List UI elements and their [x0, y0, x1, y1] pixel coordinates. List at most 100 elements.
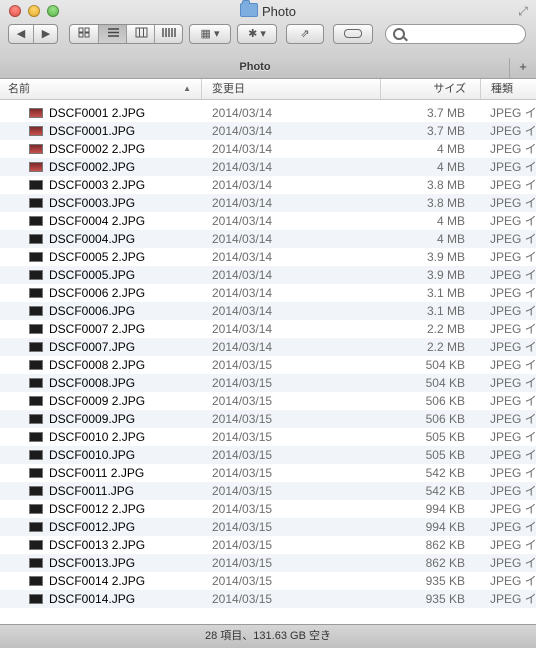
file-row[interactable]: DSCF0011 2.JPG 2014/03/15 542 KB JPEG イメ [0, 464, 536, 482]
jpeg-file-icon [29, 558, 43, 568]
file-name: DSCF0013 2.JPG [49, 538, 146, 552]
status-text: 28 項目、131.63 GB 空き [205, 630, 331, 642]
file-row[interactable]: DSCF0014 2.JPG 2014/03/15 935 KB JPEG イメ [0, 572, 536, 590]
file-date: 2014/03/15 [212, 574, 273, 588]
file-row[interactable]: DSCF0004.JPG 2014/03/14 4 MB JPEG イメ [0, 230, 536, 248]
fullscreen-icon[interactable]: ⤢ [516, 4, 530, 18]
file-date: 2014/03/15 [212, 556, 273, 570]
file-kind: JPEG イメ [490, 538, 536, 552]
file-kind: JPEG イメ [490, 340, 536, 354]
forward-button[interactable]: ▶ [33, 25, 58, 43]
jpeg-file-icon [29, 450, 43, 460]
jpeg-file-icon [29, 306, 43, 316]
jpeg-file-icon [29, 288, 43, 298]
search-icon [393, 28, 405, 40]
column-kind-label: 種類 [491, 83, 513, 95]
column-view-button[interactable] [126, 25, 155, 43]
file-row[interactable]: DSCF0010.JPG 2014/03/15 505 KB JPEG イメ [0, 446, 536, 464]
column-size-header[interactable]: サイズ [380, 79, 480, 99]
file-row[interactable]: DSCF0003.JPG 2014/03/14 3.8 MB JPEG イメ [0, 194, 536, 212]
title-bar[interactable]: Photo ⤢ ◀ ▶ ▦ ▾ ✱ ▾ ⇗ [0, 0, 536, 59]
column-date-header[interactable]: 変更日 [201, 79, 380, 99]
jpeg-file-icon [29, 180, 43, 190]
arrange-button[interactable]: ▦ ▾ [189, 24, 231, 44]
jpeg-file-icon [29, 486, 43, 496]
jpeg-file-icon [29, 414, 43, 424]
file-name: DSCF0009.JPG [49, 412, 136, 426]
file-row[interactable]: DSCF0013.JPG 2014/03/15 862 KB JPEG イメ [0, 554, 536, 572]
file-kind: JPEG イメ [490, 196, 536, 210]
column-size-label: サイズ [433, 83, 466, 95]
file-row[interactable]: DSCF0009.JPG 2014/03/15 506 KB JPEG イメ [0, 410, 536, 428]
tag-icon [334, 25, 372, 43]
file-row[interactable]: DSCF0007 2.JPG 2014/03/14 2.2 MB JPEG イメ [0, 320, 536, 338]
file-date: 2014/03/15 [212, 448, 273, 462]
file-row[interactable]: DSCF0010 2.JPG 2014/03/15 505 KB JPEG イメ [0, 428, 536, 446]
file-date: 2014/03/15 [212, 592, 273, 606]
search-field[interactable] [385, 24, 526, 44]
file-row[interactable]: DSCF0002 2.JPG 2014/03/14 4 MB JPEG イメ [0, 140, 536, 158]
file-kind: JPEG イメ [490, 574, 536, 588]
file-kind: JPEG イメ [490, 232, 536, 246]
file-row[interactable]: DSCF0003 2.JPG 2014/03/14 3.8 MB JPEG イメ [0, 176, 536, 194]
back-forward-control: ◀ ▶ [8, 24, 58, 44]
coverflow-view-icon [162, 28, 176, 37]
file-row[interactable]: DSCF0008 2.JPG 2014/03/15 504 KB JPEG イメ [0, 356, 536, 374]
file-kind: JPEG イメ [490, 286, 536, 300]
file-date: 2014/03/14 [212, 286, 273, 300]
jpeg-file-icon [29, 540, 43, 550]
file-kind: JPEG イメ [490, 178, 536, 192]
back-button[interactable]: ◀ [9, 25, 33, 43]
file-row[interactable]: DSCF0001.JPG 2014/03/14 3.7 MB JPEG イメ [0, 122, 536, 140]
action-button[interactable]: ✱ ▾ [237, 24, 277, 44]
file-size: 935 KB [425, 592, 465, 606]
file-row[interactable]: DSCF0005 2.JPG 2014/03/14 3.9 MB JPEG イメ [0, 248, 536, 266]
file-size: 3.8 MB [426, 196, 465, 210]
file-row[interactable]: DSCF0008.JPG 2014/03/15 504 KB JPEG イメ [0, 374, 536, 392]
file-row[interactable]: DSCF0005.JPG 2014/03/14 3.9 MB JPEG イメ [0, 266, 536, 284]
file-row[interactable]: DSCF0001 2.JPG 2014/03/14 3.7 MB JPEG イメ [0, 104, 536, 122]
file-row[interactable]: DSCF0012.JPG 2014/03/15 994 KB JPEG イメ [0, 518, 536, 536]
file-row[interactable]: DSCF0006.JPG 2014/03/14 3.1 MB JPEG イメ [0, 302, 536, 320]
file-size: 3.1 MB [426, 304, 465, 318]
file-kind: JPEG イメ [490, 556, 536, 570]
tag-button[interactable] [333, 24, 373, 44]
jpeg-file-icon [29, 162, 43, 172]
new-tab-icon[interactable]: + [509, 58, 536, 78]
file-row[interactable]: DSCF0014.JPG 2014/03/15 935 KB JPEG イメ [0, 590, 536, 608]
file-name: DSCF0010.JPG [49, 448, 136, 462]
file-size: 4 MB [436, 160, 465, 174]
status-bar: 28 項目、131.63 GB 空き [0, 624, 536, 648]
file-date: 2014/03/15 [212, 538, 273, 552]
search-input[interactable] [408, 27, 522, 43]
share-button[interactable]: ⇗ [286, 24, 324, 44]
file-row[interactable]: DSCF0009 2.JPG 2014/03/15 506 KB JPEG イメ [0, 392, 536, 410]
folder-icon [240, 0, 258, 17]
file-row[interactable]: DSCF0011.JPG 2014/03/15 542 KB JPEG イメ [0, 482, 536, 500]
file-kind: JPEG イメ [490, 358, 536, 372]
file-name: DSCF0002.JPG [49, 160, 136, 174]
file-row[interactable]: DSCF0004 2.JPG 2014/03/14 4 MB JPEG イメ [0, 212, 536, 230]
file-row[interactable]: DSCF0002.JPG 2014/03/14 4 MB JPEG イメ [0, 158, 536, 176]
list-view-button[interactable] [98, 25, 127, 43]
coverflow-view-button[interactable] [154, 25, 183, 43]
file-row[interactable]: DSCF0012 2.JPG 2014/03/15 994 KB JPEG イメ [0, 500, 536, 518]
file-size: 3.7 MB [426, 106, 465, 120]
file-date: 2014/03/15 [212, 520, 273, 534]
jpeg-file-icon [29, 504, 43, 514]
file-kind: JPEG イメ [490, 142, 536, 156]
file-name: DSCF0001 2.JPG [49, 106, 146, 120]
tab-photo[interactable]: Photo [0, 58, 510, 78]
file-row[interactable]: DSCF0006 2.JPG 2014/03/14 3.1 MB JPEG イメ [0, 284, 536, 302]
file-date: 2014/03/14 [212, 340, 273, 354]
column-name-header[interactable]: 名前 ▲ [0, 79, 201, 99]
file-row[interactable]: DSCF0013 2.JPG 2014/03/15 862 KB JPEG イメ [0, 536, 536, 554]
file-date: 2014/03/15 [212, 484, 273, 498]
file-size: 2.2 MB [426, 340, 465, 354]
file-kind: JPEG イメ [490, 502, 536, 516]
file-kind: JPEG イメ [490, 430, 536, 444]
file-size: 4 MB [436, 214, 465, 228]
icon-view-button[interactable] [70, 25, 98, 43]
file-row[interactable]: DSCF0007.JPG 2014/03/14 2.2 MB JPEG イメ [0, 338, 536, 356]
column-kind-header[interactable]: 種類 [480, 79, 536, 99]
